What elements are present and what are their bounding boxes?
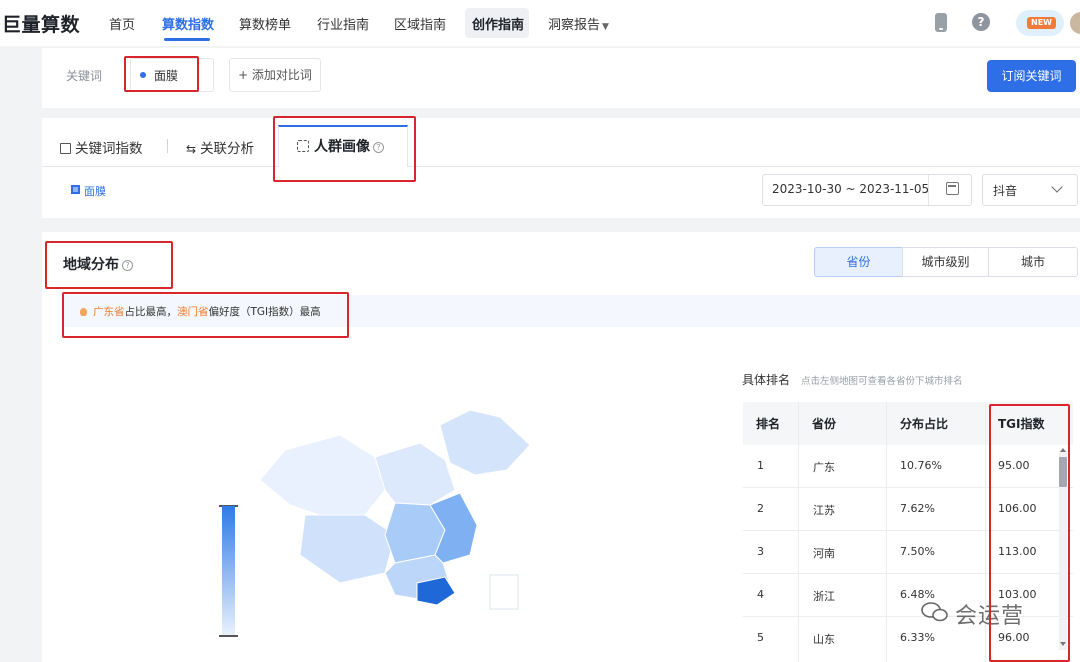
tab-related-analysis-label: 关联分析	[200, 141, 255, 157]
ranking-hint: 点击左侧地图可查看各省份下城市排名	[801, 376, 963, 387]
cell-rank: 3	[757, 545, 764, 558]
keyword-color-dot	[140, 72, 146, 78]
cell-tgi: 106.00	[998, 502, 1037, 515]
new-feature-badge[interactable]: NEW	[1016, 10, 1064, 36]
tab-keyword-index-label: 关键词指数	[75, 141, 143, 157]
top-navigation-bar: 巨量算数 首页 算数指数 算数榜单 行业指南 区域指南 创作指南 洞察报告 ▼ ?…	[0, 0, 1080, 46]
tab-audience-portrait[interactable]: 人群画像?	[297, 136, 384, 156]
tab-keyword-index[interactable]: 关键词指数	[60, 137, 143, 157]
cell-rank: 1	[757, 459, 764, 472]
table-column-divider	[798, 402, 799, 662]
nav-insight-report-label: 洞察报告	[548, 18, 601, 33]
question-icon[interactable]: ?	[373, 142, 384, 153]
tip-province-top-tgi: 澳门省	[177, 306, 209, 318]
nav-index[interactable]: 算数指数	[162, 14, 214, 33]
map-region-northeast	[439, 409, 531, 476]
header-province: 省份	[812, 417, 837, 431]
ranking-title: 具体排名	[742, 373, 791, 387]
segment-city[interactable]: 城市	[988, 247, 1078, 277]
tip-province-top-share: 广东省	[93, 306, 125, 318]
cell-share: 6.33%	[900, 631, 935, 644]
cell-province: 广东	[813, 461, 835, 474]
app-logo[interactable]: 巨量算数	[2, 10, 80, 37]
nav-active-indicator	[164, 38, 210, 41]
cell-rank: 5	[757, 631, 764, 644]
segment-province[interactable]: 省份	[814, 247, 903, 277]
map-south-sea-inset	[489, 574, 519, 610]
cell-share: 7.62%	[900, 502, 935, 515]
keyword-label: 关键词	[66, 69, 103, 83]
cell-province: 浙江	[813, 590, 835, 603]
nav-creator-guide[interactable]: 创作指南	[472, 14, 524, 33]
china-map[interactable]	[245, 405, 545, 615]
lightbulb-icon	[80, 308, 87, 316]
tab-separator	[167, 139, 168, 153]
question-icon[interactable]: ?	[122, 260, 133, 271]
nav-insight-report[interactable]: 洞察报告 ▼	[548, 14, 609, 33]
table-row-divider	[743, 530, 1073, 531]
date-range-value: 2023-10-30 ~ 2023-11-05	[772, 182, 930, 196]
segment-city-level[interactable]: 城市级别	[902, 247, 989, 277]
avatar[interactable]	[1070, 12, 1080, 34]
map-region-northwest	[259, 434, 386, 518]
header-rank: 排名	[756, 417, 781, 431]
nav-home[interactable]: 首页	[109, 14, 135, 33]
face-scan-icon	[297, 140, 309, 152]
legend-min-cap[interactable]	[219, 635, 238, 637]
table-column-divider	[886, 402, 887, 662]
trend-chart-icon	[60, 143, 71, 154]
map-region-north	[374, 442, 456, 506]
cell-province: 江苏	[813, 504, 835, 517]
legend-keyword-label[interactable]: 面膜	[84, 183, 106, 199]
cell-tgi: 96.00	[998, 631, 1030, 644]
cell-rank: 2	[757, 502, 764, 515]
help-icon[interactable]: ?	[972, 13, 990, 31]
watermark-text: 会运营	[955, 604, 1025, 629]
insight-tip-text: 广东省占比最高，澳门省偏好度（TGI指数）最高	[80, 304, 321, 319]
keyword-value[interactable]: 面膜	[154, 67, 178, 84]
region-title: 地域分布?	[63, 254, 133, 274]
platform-value: 抖音	[993, 184, 1018, 198]
scroll-down-arrow-icon[interactable]	[1060, 642, 1066, 646]
calendar-icon[interactable]	[946, 182, 959, 195]
wechat-logo-icon	[921, 602, 948, 622]
region-title-label: 地域分布	[63, 257, 119, 273]
subscribe-keyword-button[interactable]: 订阅关键词	[987, 60, 1076, 92]
cell-province: 河南	[813, 547, 835, 560]
nav-region-guide[interactable]: 区域指南	[394, 14, 446, 33]
phone-icon[interactable]	[935, 13, 947, 32]
link-icon: ⇆	[186, 142, 197, 156]
tab-related-analysis[interactable]: ⇆ 关联分析	[186, 137, 254, 157]
header-share: 分布占比	[900, 417, 949, 431]
cell-province: 山东	[813, 633, 835, 646]
cell-share: 10.76%	[900, 459, 942, 472]
scrollbar-thumb[interactable]	[1059, 457, 1067, 487]
caret-down-icon: ▼	[602, 22, 609, 32]
new-badge-label: NEW	[1027, 17, 1056, 29]
header-tgi: TGI指数	[998, 417, 1045, 431]
cell-share: 7.50%	[900, 545, 935, 558]
scroll-up-arrow-icon[interactable]	[1060, 448, 1066, 452]
cell-rank: 4	[757, 588, 764, 601]
tip-text-2: 偏好度（TGI指数）最高	[208, 306, 321, 318]
tab-audience-portrait-label: 人群画像	[314, 139, 370, 155]
nav-industry-guide[interactable]: 行业指南	[317, 14, 369, 33]
table-row-divider	[743, 573, 1073, 574]
cell-tgi: 113.00	[998, 545, 1037, 558]
nav-ranking[interactable]: 算数榜单	[239, 14, 291, 33]
cell-tgi: 95.00	[998, 459, 1030, 472]
tip-text-1: 占比最高，	[124, 306, 178, 318]
table-row-divider	[743, 487, 1073, 488]
add-compare-keyword-button[interactable]: + 添加对比词	[229, 58, 321, 92]
color-scale-legend[interactable]	[222, 506, 235, 636]
date-divider	[928, 175, 929, 205]
map-region-southwest	[299, 514, 396, 584]
tab-divider-line	[42, 166, 1080, 167]
legend-square-icon	[71, 185, 80, 194]
